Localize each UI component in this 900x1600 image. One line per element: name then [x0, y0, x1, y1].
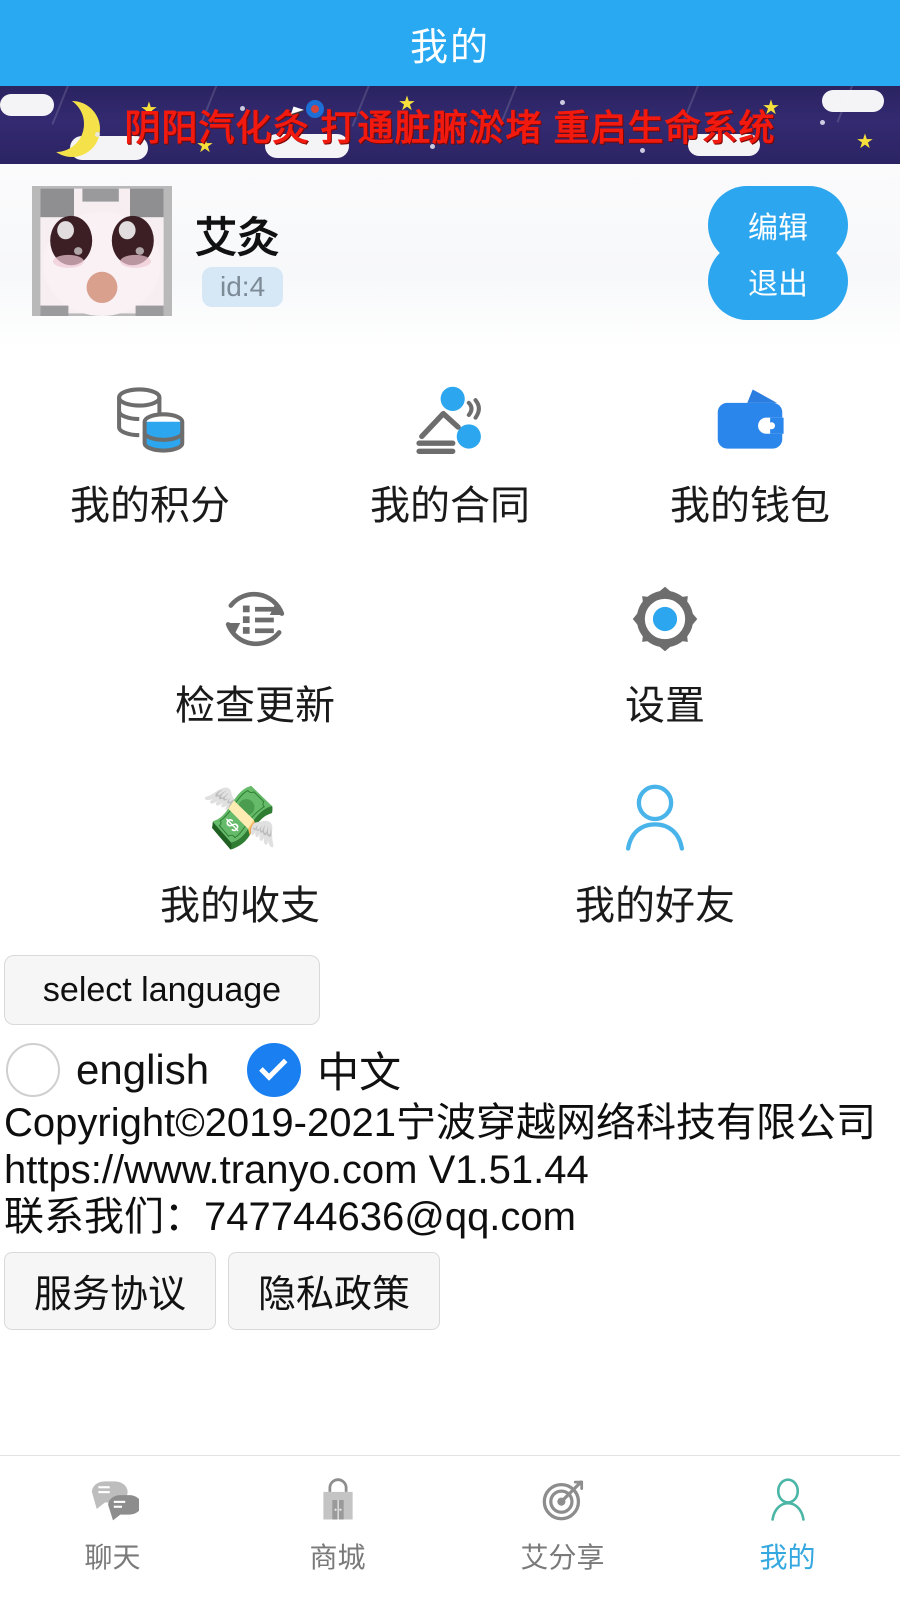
language-radio-group: english 中文	[0, 1039, 900, 1100]
money-hand-icon: 💸	[201, 773, 278, 865]
menu-grid: 我的积分 我的合同 我的钱包 检查更新 设置 💸 我的收支 我的好友	[0, 349, 900, 949]
menu-item-contract[interactable]: 我的合同	[300, 349, 600, 549]
menu-row-1: 我的积分 我的合同 我的钱包	[0, 349, 900, 549]
website-version-line: https://www.tranyo.com V1.51.44	[4, 1148, 589, 1193]
menu-item-settings[interactable]: 设置	[450, 549, 900, 749]
page-title: 我的	[409, 26, 490, 69]
menu-row-3: 💸 我的收支 我的好友	[0, 749, 900, 949]
tab-label: 艾分享	[520, 1542, 605, 1573]
shopping-bag-icon	[312, 1472, 364, 1528]
cursor-ring-icon	[306, 100, 324, 118]
user-id-badge: id:4	[202, 267, 284, 307]
app-header: 我的	[0, 0, 900, 86]
menu-item-label: 设置	[625, 684, 705, 728]
tab-chat[interactable]: 聊天	[0, 1472, 225, 1576]
menu-row-2: 检查更新 设置	[0, 549, 900, 749]
radio-english[interactable]	[6, 1042, 60, 1097]
person-icon	[762, 1472, 814, 1528]
bottom-tab-bar: 聊天 商城 艾分享 我的	[0, 1455, 900, 1600]
profile-name: 艾灸	[195, 214, 280, 261]
menu-item-label: 我的好友	[575, 884, 735, 928]
avatar[interactable]	[32, 186, 172, 316]
person-icon	[612, 773, 698, 865]
radio-chinese[interactable]	[247, 1042, 302, 1097]
tab-label: 聊天	[84, 1542, 141, 1573]
tab-label: 我的	[759, 1542, 816, 1573]
menu-item-label: 我的合同	[370, 484, 530, 528]
profile-actions: 编辑 退出	[708, 186, 848, 326]
contact-line: 联系我们：747744636@qq.com	[4, 1195, 576, 1240]
policy-buttons: 服务协议 隐私政策	[0, 1251, 900, 1330]
privacy-policy-button[interactable]: 隐私政策	[228, 1251, 440, 1330]
menu-item-label: 检查更新	[175, 684, 335, 728]
target-icon	[537, 1472, 589, 1528]
profile-section: 艾灸 id:4 编辑 退出	[0, 164, 900, 349]
refresh-list-icon	[212, 573, 298, 665]
footer-info: Copyright©2019-2021宁波穿越网络科技有限公司 https://…	[0, 1100, 900, 1242]
chat-bubbles-icon	[87, 1472, 139, 1528]
tab-label: 商城	[309, 1542, 366, 1573]
language-section: select language english 中文	[0, 949, 900, 1100]
wallet-icon	[707, 373, 793, 465]
tab-mall[interactable]: 商城	[225, 1472, 450, 1576]
menu-item-points[interactable]: 我的积分	[0, 349, 300, 549]
radio-label-chinese: 中文	[317, 1049, 402, 1096]
massage-contract-icon	[407, 373, 493, 465]
tab-share[interactable]: 艾分享	[450, 1472, 675, 1576]
gear-icon	[622, 573, 708, 665]
menu-item-wallet[interactable]: 我的钱包	[600, 349, 900, 549]
database-icon	[107, 373, 193, 465]
service-agreement-button[interactable]: 服务协议	[4, 1251, 216, 1330]
money-hand-glyph: 💸	[201, 784, 279, 853]
promo-banner[interactable]: ★ ★ ★ ★ ★ 阴阳汽化灸 打通脏腑淤堵 重启生命系统	[0, 86, 900, 164]
menu-item-label: 我的收支	[160, 884, 320, 928]
check-icon	[259, 1051, 288, 1081]
tab-mine[interactable]: 我的	[675, 1472, 900, 1576]
menu-item-label: 我的钱包	[670, 484, 830, 528]
menu-item-check-update[interactable]: 检查更新	[0, 549, 450, 749]
menu-item-friends[interactable]: 我的好友	[450, 749, 900, 949]
copyright-line: Copyright©2019-2021宁波穿越网络科技有限公司	[4, 1101, 876, 1145]
radio-label-english: english	[76, 1045, 210, 1093]
app-screen: 我的 ★ ★ ★ ★ ★ 阴阳汽化灸 打通脏腑淤堵 重启生命系统 艾灸 id:4…	[0, 0, 900, 1600]
menu-item-income-expense[interactable]: 💸 我的收支	[0, 749, 450, 949]
banner-text: 阴阳汽化灸 打通脏腑淤堵 重启生命系统	[124, 107, 776, 148]
menu-item-label: 我的积分	[70, 484, 230, 528]
logout-button[interactable]: 退出	[708, 242, 848, 320]
select-language-button[interactable]: select language	[4, 955, 320, 1025]
